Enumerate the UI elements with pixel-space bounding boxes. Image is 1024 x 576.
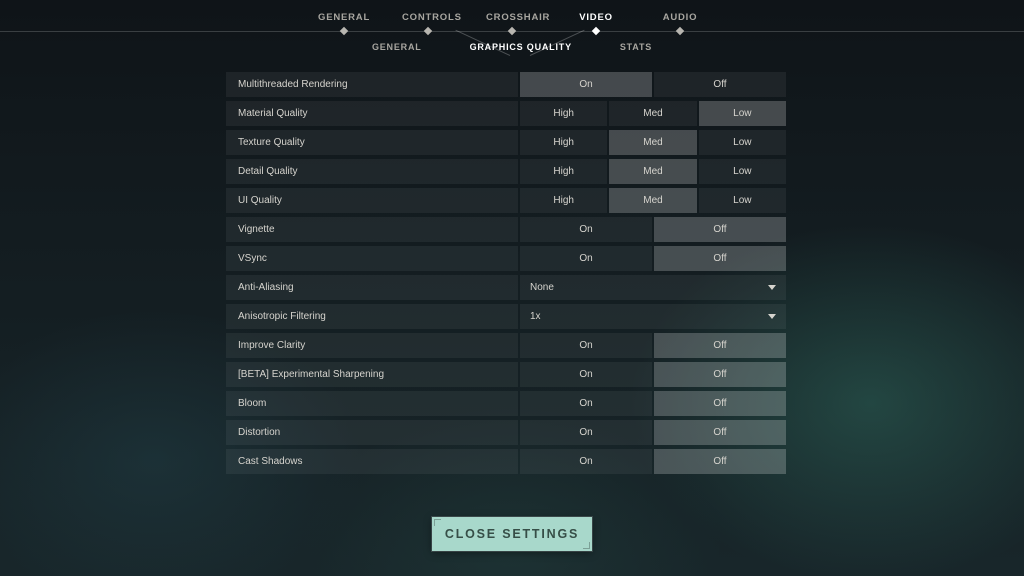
setting-options: OnOff <box>518 72 786 97</box>
setting-row: Anti-Aliasing None <box>226 275 786 300</box>
setting-label: Anisotropic Filtering <box>226 304 518 329</box>
primary-tabs: GENERAL CONTROLS CROSSHAIR VIDEO AUDIO <box>0 10 1024 25</box>
diamond-icon <box>508 27 516 35</box>
diamond-icon <box>676 27 684 35</box>
setting-options: HighMedLow <box>518 159 786 184</box>
setting-option[interactable]: Off <box>654 333 786 358</box>
setting-option[interactable]: On <box>520 217 652 242</box>
setting-label: Material Quality <box>226 101 518 126</box>
diamond-icon <box>424 27 432 35</box>
setting-row: Material QualityHighMedLow <box>226 101 786 126</box>
setting-option[interactable]: High <box>520 188 607 213</box>
tab-audio[interactable]: AUDIO <box>650 10 710 25</box>
setting-label: VSync <box>226 246 518 271</box>
setting-option[interactable]: On <box>520 449 652 474</box>
setting-option[interactable]: Med <box>609 188 696 213</box>
setting-option[interactable]: Low <box>699 188 786 213</box>
tab-indicator-row <box>0 27 1024 37</box>
secondary-tabs: GENERAL GRAPHICS QUALITY STATS <box>0 42 1024 52</box>
setting-option[interactable]: On <box>520 391 652 416</box>
setting-option[interactable]: Med <box>609 159 696 184</box>
setting-row: BloomOnOff <box>226 391 786 416</box>
setting-row: Detail QualityHighMedLow <box>226 159 786 184</box>
setting-option[interactable]: Med <box>609 101 696 126</box>
setting-label: Vignette <box>226 217 518 242</box>
setting-label: Detail Quality <box>226 159 518 184</box>
setting-option[interactable]: Off <box>654 420 786 445</box>
setting-option[interactable]: Off <box>654 391 786 416</box>
dropdown-value: 1x <box>530 311 541 322</box>
setting-row: VignetteOnOff <box>226 217 786 242</box>
tab-controls[interactable]: CONTROLS <box>398 10 458 25</box>
setting-option[interactable]: Off <box>654 72 786 97</box>
setting-row: VSyncOnOff <box>226 246 786 271</box>
setting-option[interactable]: Off <box>654 362 786 387</box>
setting-options: OnOff <box>518 246 786 271</box>
tab-crosshair[interactable]: CROSSHAIR <box>482 10 542 25</box>
setting-options: OnOff <box>518 217 786 242</box>
setting-options: OnOff <box>518 449 786 474</box>
setting-options: HighMedLow <box>518 130 786 155</box>
setting-row: Texture QualityHighMedLow <box>226 130 786 155</box>
setting-option[interactable]: On <box>520 362 652 387</box>
setting-options: OnOff <box>518 333 786 358</box>
close-settings-button[interactable]: CLOSE SETTINGS <box>432 517 592 551</box>
setting-options: OnOff <box>518 420 786 445</box>
setting-label: Texture Quality <box>226 130 518 155</box>
setting-label: Anti-Aliasing <box>226 275 518 300</box>
setting-label: Bloom <box>226 391 518 416</box>
setting-label: UI Quality <box>226 188 518 213</box>
setting-label: Improve Clarity <box>226 333 518 358</box>
setting-option[interactable]: On <box>520 333 652 358</box>
setting-option[interactable]: High <box>520 130 607 155</box>
setting-label: Cast Shadows <box>226 449 518 474</box>
subtab-general[interactable]: GENERAL <box>372 42 422 52</box>
setting-options: HighMedLow <box>518 188 786 213</box>
setting-label: Distortion <box>226 420 518 445</box>
setting-dropdown[interactable]: None <box>520 275 786 300</box>
setting-label: Multithreaded Rendering <box>226 72 518 97</box>
setting-options: OnOff <box>518 391 786 416</box>
setting-row: Improve ClarityOnOff <box>226 333 786 358</box>
setting-option[interactable]: Low <box>699 101 786 126</box>
setting-option[interactable]: Off <box>654 246 786 271</box>
setting-option[interactable]: High <box>520 101 607 126</box>
setting-label: [BETA] Experimental Sharpening <box>226 362 518 387</box>
settings-list: Multithreaded RenderingOnOffMaterial Qua… <box>226 72 786 478</box>
setting-option[interactable]: Med <box>609 130 696 155</box>
subtab-stats[interactable]: STATS <box>620 42 652 52</box>
tab-general[interactable]: GENERAL <box>314 10 374 25</box>
setting-option[interactable]: Low <box>699 130 786 155</box>
setting-options: HighMedLow <box>518 101 786 126</box>
setting-option[interactable]: Off <box>654 217 786 242</box>
diamond-icon <box>592 27 600 35</box>
dropdown-value: None <box>530 282 554 293</box>
setting-row: DistortionOnOff <box>226 420 786 445</box>
tab-video[interactable]: VIDEO <box>566 10 626 25</box>
setting-option[interactable]: On <box>520 72 652 97</box>
setting-row: UI QualityHighMedLow <box>226 188 786 213</box>
setting-row: [BETA] Experimental SharpeningOnOff <box>226 362 786 387</box>
chevron-down-icon <box>768 314 776 319</box>
setting-option[interactable]: On <box>520 246 652 271</box>
setting-option[interactable]: Low <box>699 159 786 184</box>
setting-options: OnOff <box>518 362 786 387</box>
setting-dropdown[interactable]: 1x <box>520 304 786 329</box>
diamond-icon <box>340 27 348 35</box>
setting-option[interactable]: High <box>520 159 607 184</box>
setting-option[interactable]: Off <box>654 449 786 474</box>
setting-row: Cast ShadowsOnOff <box>226 449 786 474</box>
chevron-down-icon <box>768 285 776 290</box>
setting-option[interactable]: On <box>520 420 652 445</box>
setting-row: Anisotropic Filtering 1x <box>226 304 786 329</box>
setting-row: Multithreaded RenderingOnOff <box>226 72 786 97</box>
